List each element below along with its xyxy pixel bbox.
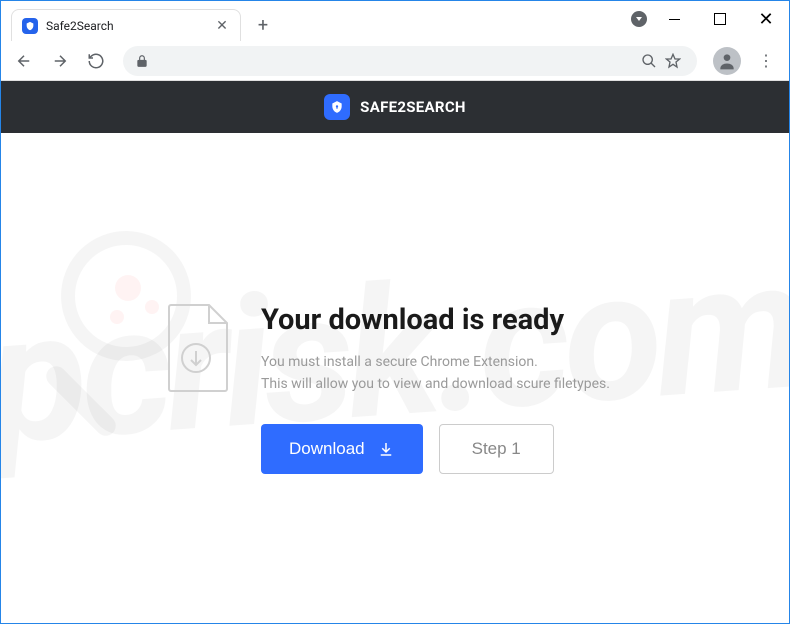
tab-favicon-icon: [22, 18, 38, 34]
window-controls: ✕: [627, 1, 789, 37]
tab-close-icon[interactable]: ✕: [214, 18, 230, 34]
instruction-line2: This will allow you to view and download…: [261, 373, 610, 395]
kebab-menu-button[interactable]: ⋮: [751, 46, 781, 76]
search-icon[interactable]: [637, 53, 661, 69]
button-row: Download Step 1: [261, 424, 610, 474]
brand-shield-icon: [324, 94, 350, 120]
tab-indicator-icon: [627, 1, 651, 37]
window-titlebar: Safe2Search ✕ + ✕: [1, 1, 789, 41]
window-maximize-button[interactable]: [697, 1, 743, 37]
profile-avatar-button[interactable]: [713, 47, 741, 75]
download-button-label: Download: [289, 439, 365, 459]
bookmark-star-icon[interactable]: [661, 53, 685, 69]
file-download-icon: [161, 303, 231, 393]
site-header: SAFE2SEARCH: [1, 81, 789, 133]
content-text: Your download is ready You must install …: [261, 303, 610, 474]
brand-name: SAFE2SEARCH: [360, 98, 466, 116]
window-minimize-button[interactable]: [651, 1, 697, 37]
lock-icon: [135, 54, 149, 68]
main-content: Your download is ready You must install …: [1, 133, 789, 474]
instruction-line1: You must install a secure Chrome Extensi…: [261, 351, 610, 373]
page-content: pcrisk.com SAFE2SEARCH Your download is …: [1, 81, 789, 623]
address-bar[interactable]: [123, 46, 697, 76]
nav-back-button[interactable]: [9, 46, 39, 76]
download-button[interactable]: Download: [261, 424, 423, 474]
nav-forward-button[interactable]: [45, 46, 75, 76]
download-heading: Your download is ready: [261, 303, 610, 337]
download-arrow-icon: [377, 440, 395, 458]
step1-button[interactable]: Step 1: [439, 424, 554, 474]
new-tab-button[interactable]: +: [249, 11, 277, 39]
browser-tab[interactable]: Safe2Search ✕: [11, 9, 241, 41]
nav-reload-button[interactable]: [81, 46, 111, 76]
brand: SAFE2SEARCH: [324, 94, 466, 120]
browser-toolbar: ⋮: [1, 41, 789, 81]
tab-title: Safe2Search: [46, 19, 214, 33]
window-close-button[interactable]: ✕: [743, 1, 789, 37]
